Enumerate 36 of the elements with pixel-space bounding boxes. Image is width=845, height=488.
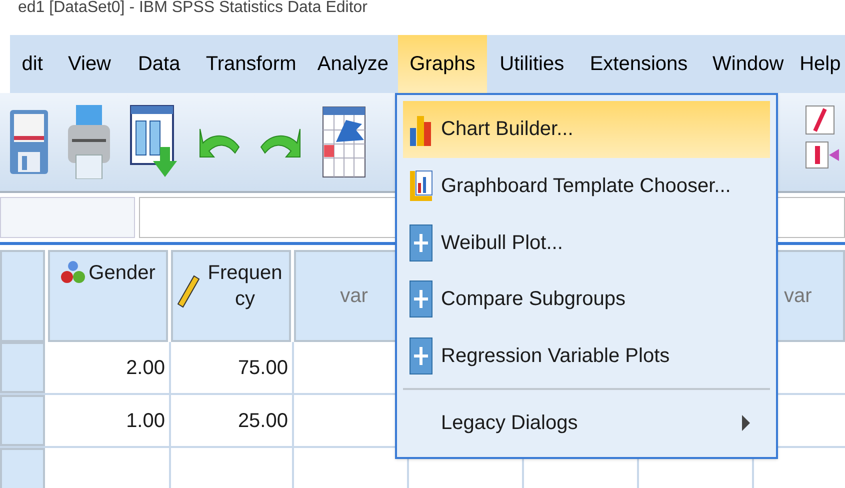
menu-item[interactable]: dit [10,35,55,93]
table-cell: 75.00 [171,342,294,393]
column-name: var [340,284,368,309]
table-cell: 1.00 [48,395,171,446]
column-name: Frequency [206,261,284,312]
plus-icon [409,280,433,318]
data-view-icon[interactable] [130,105,178,179]
cell-name-field[interactable] [0,197,135,238]
plus-icon [409,224,433,262]
menu-item[interactable]: Help [795,35,845,93]
text-style-icon[interactable] [805,105,835,135]
menu-item[interactable]: Utilities [487,35,577,93]
menu-item[interactable]: Window [700,35,796,93]
ruler-icon [176,274,200,310]
menu-item[interactable]: Analyze [308,35,398,93]
menu-item[interactable]: Extensions [576,35,701,93]
go-to-case-icon[interactable] [322,106,366,178]
menu-item[interactable]: Data [124,35,194,93]
value-labels-icon[interactable] [805,141,839,169]
printer-icon[interactable] [68,105,110,179]
save-icon[interactable] [10,110,48,174]
plus-icon [409,337,433,376]
table-cell: 2.00 [48,342,171,393]
window-title: ed1 [DataSet0] - IBM SPSS Statistics Data Editor [18,0,368,16]
menu-item[interactable]: View [54,35,124,93]
nominal-variable-icon [60,260,85,284]
menu-entry[interactable]: Chart Builder... [403,101,770,158]
column-header[interactable]: Frequency [171,250,291,342]
menu-entry[interactable]: Graphboard Template Chooser... [403,158,770,214]
submenu-arrow-icon [742,414,750,431]
column-name: Gender [88,261,156,286]
table-cell: 25.00 [171,395,294,446]
column-header[interactable]: Gender [48,250,168,342]
menu-entry[interactable]: Legacy Dialogs [403,394,770,451]
menu-item[interactable]: Graphs [398,35,488,93]
menu-item[interactable]: Transform [194,35,308,93]
